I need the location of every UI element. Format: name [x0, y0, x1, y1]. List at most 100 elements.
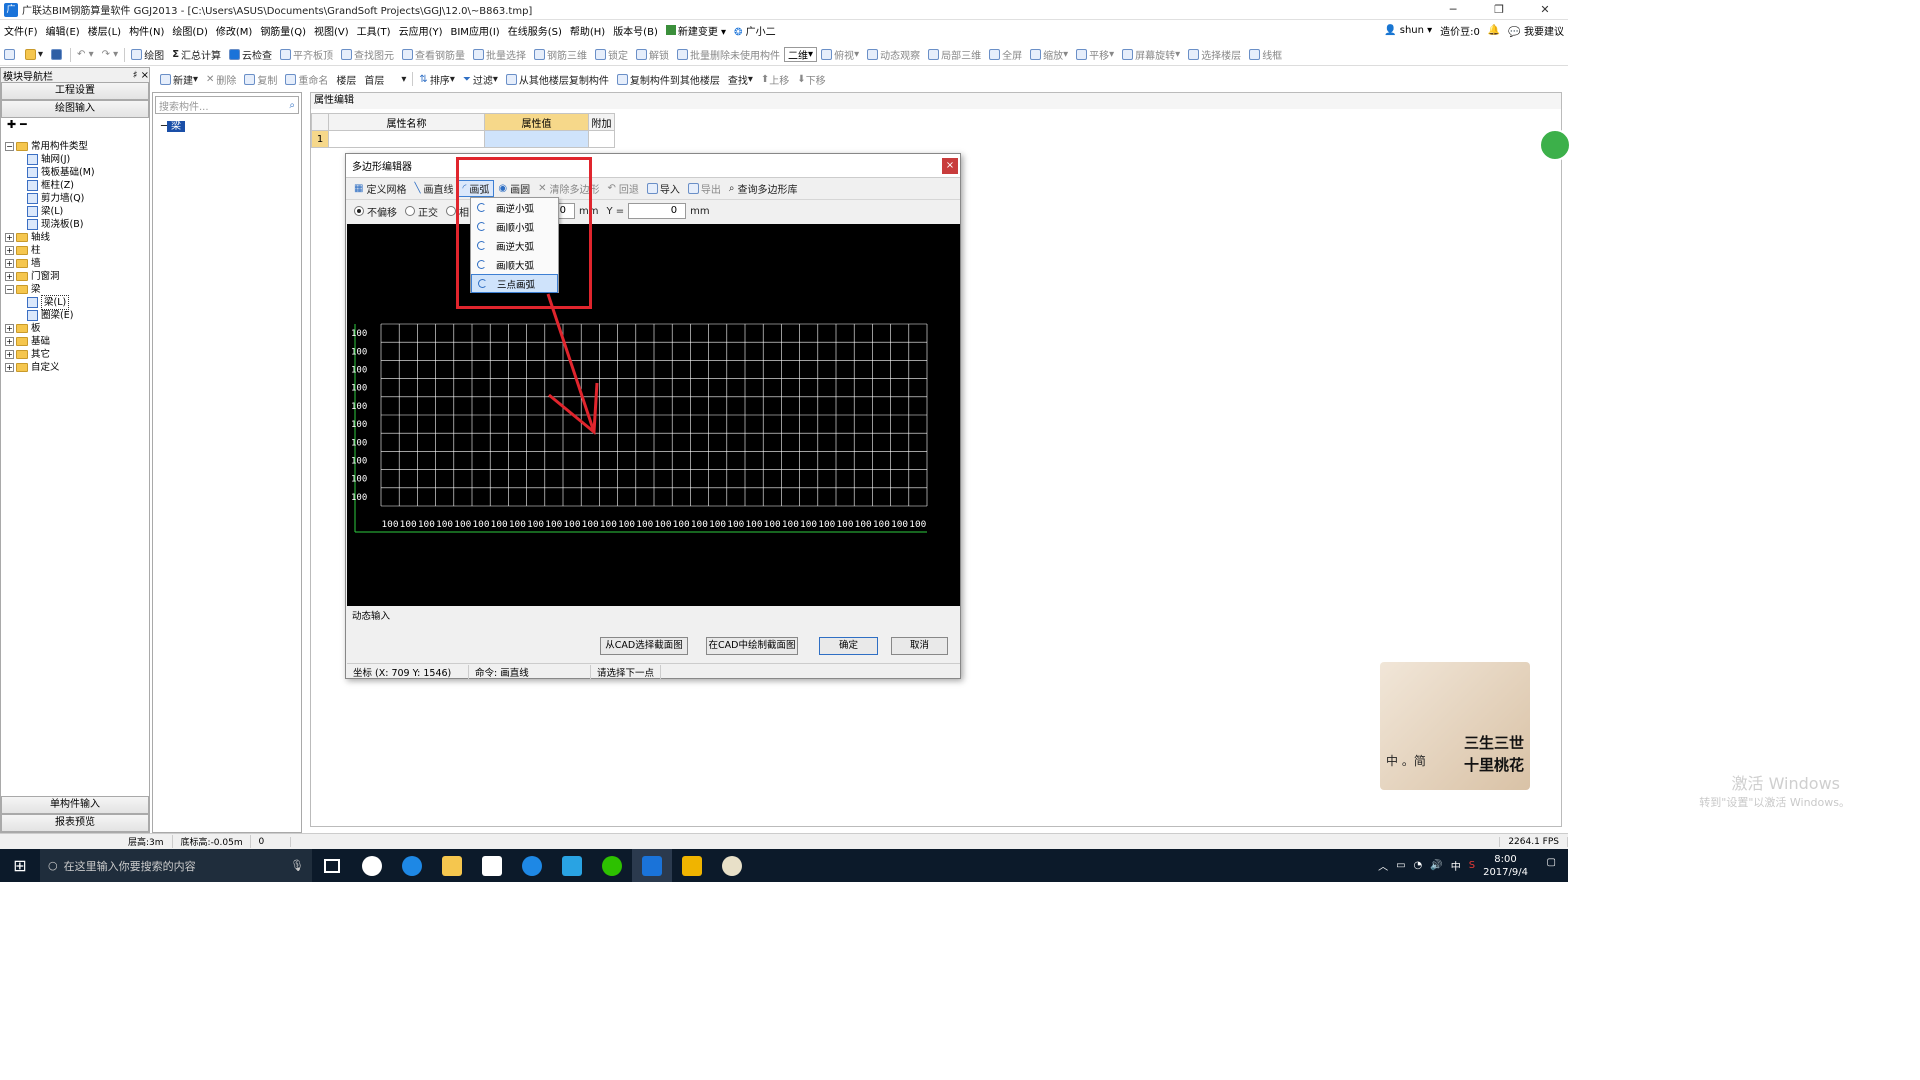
y-input[interactable]: 0: [628, 203, 687, 219]
toolbar-select-floor[interactable]: 选择楼层: [1184, 47, 1245, 62]
tree-item[interactable]: 梁(L): [5, 205, 145, 218]
toolbar-align-slab[interactable]: 平齐板顶: [276, 47, 337, 62]
close-button[interactable]: ✕: [1522, 0, 1568, 20]
toolbar-rebar-3d[interactable]: 钢筋三维: [530, 47, 591, 62]
bell-icon[interactable]: 🔔: [1488, 25, 1500, 36]
app-s-icon[interactable]: [672, 849, 712, 882]
toolbar-fullscreen[interactable]: 全屏: [985, 47, 1026, 62]
toolbar-summary-calc[interactable]: Σ 汇总计算: [168, 47, 225, 62]
toolbar-draw[interactable]: 绘图: [127, 47, 168, 62]
tree-item[interactable]: 框柱(Z): [5, 179, 145, 192]
menu-version[interactable]: 版本号(B): [609, 23, 662, 38]
define-grid-button[interactable]: ▦ 定义网格: [350, 181, 410, 196]
import-button[interactable]: 导入: [643, 181, 684, 196]
menu-component[interactable]: 构件(N): [125, 23, 168, 38]
app-ball-icon[interactable]: [712, 849, 752, 882]
menu-tools[interactable]: 工具(T): [353, 23, 395, 38]
toolbar-filter[interactable]: ⏷ 过滤 ▾: [459, 72, 502, 87]
expand-icon[interactable]: +: [5, 363, 14, 372]
expand-icon[interactable]: +: [5, 259, 14, 268]
menu-online[interactable]: 在线服务(S): [504, 23, 566, 38]
select-from-cad-button[interactable]: 从CAD选择截面图: [600, 637, 688, 655]
wechat-icon[interactable]: [592, 849, 632, 882]
ok-button[interactable]: 确定: [819, 637, 878, 655]
tree-item[interactable]: + 轴线: [5, 231, 145, 244]
explorer-icon[interactable]: [432, 849, 472, 882]
expand-icon[interactable]: +: [5, 337, 14, 346]
menu-floor[interactable]: 楼层(L): [84, 23, 125, 38]
open-button[interactable]: ▾: [21, 49, 47, 60]
toolbar-copy-from-floor[interactable]: 从其他楼层复制构件: [502, 72, 613, 87]
taskbar-search[interactable]: ○ 在这里输入你要搜索的内容 🎙: [40, 849, 312, 882]
toolbar-find[interactable]: 查找 ▾: [724, 72, 757, 87]
app-blue-icon[interactable]: [552, 849, 592, 882]
new-file-button[interactable]: [0, 49, 21, 60]
toolbar-orbit[interactable]: 动态观察: [863, 47, 924, 62]
tree-item[interactable]: + 门窗洞: [5, 270, 145, 283]
project-settings-button[interactable]: 工程设置: [1, 82, 149, 100]
toolbar-batch-select[interactable]: 批量选择: [469, 47, 530, 62]
floating-assistant-icon[interactable]: [1539, 129, 1571, 161]
save-button[interactable]: [47, 49, 68, 60]
tree-item[interactable]: 剪力墙(Q): [5, 192, 145, 205]
restore-button[interactable]: ❐: [1476, 0, 1522, 20]
toolbar-rename[interactable]: 重命名: [281, 72, 332, 87]
collapse-icon[interactable]: −: [5, 142, 14, 151]
tree-item[interactable]: + 自定义: [5, 361, 145, 374]
tree-item[interactable]: + 其它: [5, 348, 145, 361]
drawing-canvas[interactable]: 100 100 100 100 100 100 100 100 100 100 100 100 100 1…: [347, 224, 960, 606]
toolbar-copy[interactable]: 复制: [240, 72, 281, 87]
user-menu[interactable]: 👤 shun ▾: [1384, 25, 1432, 36]
radio-orthogonal[interactable]: 正交: [401, 204, 442, 219]
query-library-button[interactable]: ⌕ 查询多边形库: [725, 181, 802, 196]
edge-icon[interactable]: [392, 849, 432, 882]
menu-file[interactable]: 文件(F): [0, 23, 42, 38]
menu-view[interactable]: 视图(V): [310, 23, 353, 38]
toolbar-view-rebar[interactable]: 查看钢筋量: [398, 47, 469, 62]
app-g-icon[interactable]: [512, 849, 552, 882]
toolbar-local-3d[interactable]: 局部三维: [924, 47, 985, 62]
tray-battery-icon[interactable]: ▭: [1396, 860, 1405, 871]
report-preview-button[interactable]: 报表预览: [1, 814, 149, 832]
glodon-app-icon[interactable]: [632, 849, 672, 882]
tree-item[interactable]: 轴网(J): [5, 153, 145, 166]
store-icon[interactable]: [472, 849, 512, 882]
windows-start-icon[interactable]: ⊞: [0, 856, 40, 875]
export-button[interactable]: 导出: [684, 181, 725, 196]
clock[interactable]: 8:00 2017/9/4: [1483, 853, 1528, 879]
menu-new-change[interactable]: 新建变更 ▾: [662, 23, 730, 38]
component-search[interactable]: 搜索构件... ⌕: [155, 96, 299, 114]
tray-volume-icon[interactable]: 🔊: [1430, 860, 1442, 871]
tray-s-icon[interactable]: S: [1469, 860, 1475, 871]
toolbar-move-down[interactable]: ⬇ 下移: [793, 72, 829, 87]
tree-item[interactable]: + 柱: [5, 244, 145, 257]
floor-select[interactable]: 首层 ▾: [360, 72, 410, 87]
menu-rebar[interactable]: 钢筋量(Q): [256, 23, 310, 38]
table-cell[interactable]: [484, 130, 589, 148]
ime-indicator[interactable]: 中: [1451, 858, 1461, 873]
tree-item[interactable]: + 墙: [5, 257, 145, 270]
tray-up-icon[interactable]: ︿: [1378, 858, 1388, 873]
menu-bim[interactable]: BIM应用(I): [447, 23, 504, 38]
tree-item[interactable]: − 梁: [5, 283, 145, 296]
draw-input-button[interactable]: 绘图输入: [1, 100, 149, 118]
table-cell[interactable]: [328, 130, 485, 148]
ad-banner[interactable]: 中 。简 三生三世 十里桃花: [1380, 662, 1530, 790]
suggest-link[interactable]: 💬 我要建议: [1508, 23, 1564, 38]
tree-item[interactable]: 现浇板(B): [5, 218, 145, 231]
app-pinwheel-icon[interactable]: [352, 849, 392, 882]
dialog-close-button[interactable]: ×: [942, 158, 958, 174]
tree-item[interactable]: + 基础: [5, 335, 145, 348]
dialog-undo-button[interactable]: ↶ 回退: [603, 181, 642, 196]
tree-item[interactable]: 梁(L): [5, 295, 145, 310]
toolbar-pan[interactable]: 平移 ▾: [1072, 47, 1118, 62]
toolbar-zoom[interactable]: 缩放 ▾: [1026, 47, 1072, 62]
nav-pin-close[interactable]: ♯ ×: [133, 70, 149, 81]
table-cell[interactable]: [588, 130, 615, 148]
tree-item[interactable]: + 板: [5, 322, 145, 335]
toolbar-rotate[interactable]: 屏幕旋转 ▾: [1118, 47, 1184, 62]
toolbar-delete[interactable]: ✕ 删除: [202, 72, 240, 87]
tree-item[interactable]: 圈梁(E): [5, 309, 145, 322]
cancel-button[interactable]: 取消: [891, 637, 948, 655]
toolbar-batch-delete[interactable]: 批量删除未使用构件: [673, 47, 784, 62]
